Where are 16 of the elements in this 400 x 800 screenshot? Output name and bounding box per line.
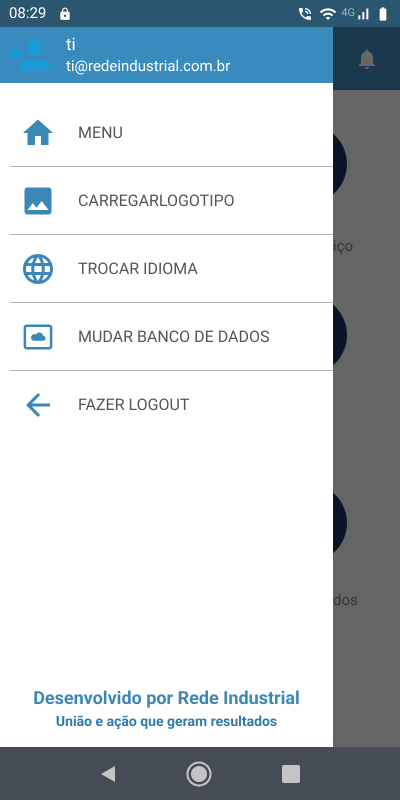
menu-item[interactable]: CARREGARLOGOTIPO	[10, 167, 333, 234]
recents-icon[interactable]	[282, 764, 300, 782]
menu-item[interactable]: TROCAR IDIOMA	[10, 235, 333, 302]
back-icon[interactable]	[100, 764, 116, 782]
footer-subtitle: União e ação que geram resultados	[56, 713, 278, 732]
menu-item[interactable]: MENU	[10, 99, 333, 166]
network-label: 4G	[341, 5, 355, 22]
call-icon	[297, 6, 314, 22]
footer-title: Desenvolvido por Rede Industrial	[33, 687, 300, 711]
status-time: 08:29	[9, 3, 46, 24]
home-circle-icon[interactable]	[186, 760, 212, 786]
lock-icon	[58, 6, 72, 20]
menu-item[interactable]: MUDAR BANCO DE DADOS	[10, 303, 333, 370]
user-email: ti@redeindustrial.com.br	[66, 56, 230, 76]
menu-item[interactable]: FAZER LOGOUT	[10, 371, 333, 439]
user-name: ti	[66, 34, 77, 56]
